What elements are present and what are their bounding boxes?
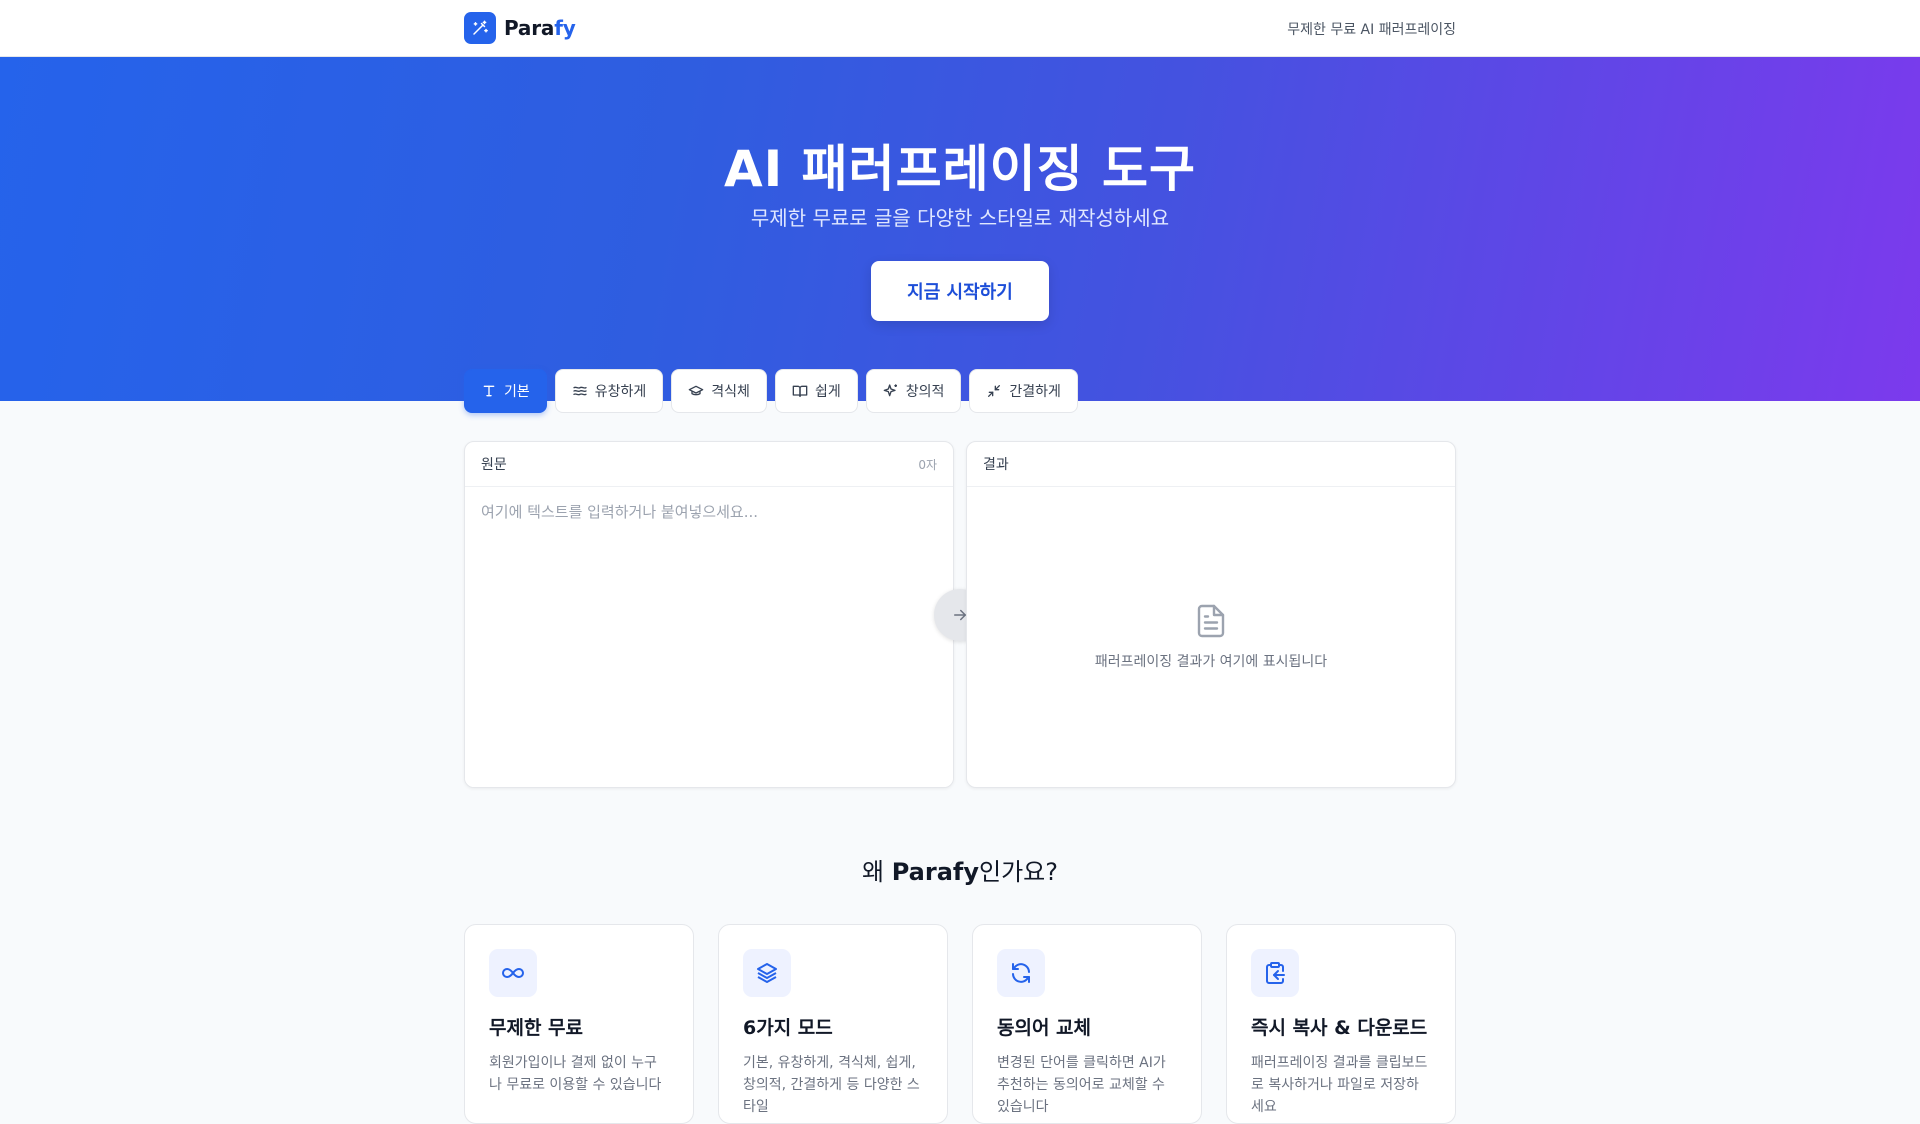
refresh-icon xyxy=(997,949,1045,997)
minimize-icon xyxy=(988,385,1001,397)
tab-simple[interactable]: 쉽게 xyxy=(774,369,858,413)
feature-description: 기본, 유창하게, 격식체, 쉽게, 창의적, 간결하게 등 다양한 스타일 xyxy=(743,1055,920,1115)
tab-concise[interactable]: 간결하게 xyxy=(969,369,1078,413)
tab-fluent-label: 유창하게 xyxy=(594,384,647,400)
char-count: 0자 xyxy=(918,457,937,472)
source-text-input[interactable] xyxy=(465,487,953,787)
features-heading-prefix: 왜 xyxy=(862,858,892,886)
feature-title: 6가지 모드 xyxy=(743,1017,833,1039)
header-tagline: 무제한 무료 AI 패러프레이징 xyxy=(1287,22,1456,38)
layers-icon xyxy=(743,949,791,997)
type-icon xyxy=(483,385,495,397)
feature-card-synonym-swap: 동의어 교체 변경된 단어를 클릭하면 AI가 추천하는 동의어로 교체할 수 … xyxy=(972,924,1202,1124)
result-panel: 결과 패러프레이징 결과가 여기에 표시됩니다 xyxy=(966,441,1456,788)
feature-title: 무제한 무료 xyxy=(489,1017,584,1039)
book-open-icon xyxy=(792,385,808,397)
document-icon xyxy=(1197,604,1225,638)
tab-formal[interactable]: 격식체 xyxy=(671,369,767,413)
tab-formal-label: 격식체 xyxy=(711,384,750,400)
tab-simple-label: 쉽게 xyxy=(814,384,841,400)
features-heading-suffix: 인가요? xyxy=(979,858,1058,886)
brand-name-accent: fy xyxy=(554,16,576,40)
tab-basic-label: 기본 xyxy=(504,384,530,400)
hero-section: AI 패러프레이징 도구 무제한 무료로 글을 다양한 스타일로 재작성하세요 … xyxy=(0,57,1920,401)
tab-creative-label: 창의적 xyxy=(905,384,945,400)
source-panel-title: 원문 xyxy=(481,457,507,473)
brand-logo[interactable]: Parafy xyxy=(464,12,576,44)
result-panel-title: 결과 xyxy=(983,457,1009,473)
magic-wand-icon xyxy=(464,12,496,44)
result-empty-state: 패러프레이징 결과가 여기에 표시됩니다 xyxy=(967,487,1455,787)
mode-tabs: 기본 유창하게 격식체 쉽게 창의적 간결하게 xyxy=(464,369,1078,413)
start-now-button[interactable]: 지금 시작하기 xyxy=(871,261,1049,321)
brand-name: Parafy xyxy=(504,16,576,40)
graduation-cap-icon xyxy=(688,385,704,396)
tab-creative[interactable]: 창의적 xyxy=(865,369,962,413)
tab-concise-label: 간결하게 xyxy=(1009,384,1061,400)
top-header: Parafy 무제한 무료 AI 패러프레이징 xyxy=(0,0,1920,57)
feature-card-six-modes: 6가지 모드 기본, 유창하게, 격식체, 쉽게, 창의적, 간결하게 등 다양… xyxy=(718,924,948,1124)
result-empty-text: 패러프레이징 결과가 여기에 표시됩니다 xyxy=(1094,654,1328,670)
source-panel-header: 원문 0자 xyxy=(465,442,953,487)
source-panel: 원문 0자 xyxy=(464,441,954,788)
feature-title: 동의어 교체 xyxy=(997,1017,1092,1039)
feature-description: 변경된 단어를 클릭하면 AI가 추천하는 동의어로 교체할 수 있습니다 xyxy=(997,1055,1166,1115)
tab-basic[interactable]: 기본 xyxy=(464,369,547,413)
tab-fluent[interactable]: 유창하게 xyxy=(554,369,664,413)
features-heading: 왜 Parafy인가요? xyxy=(0,852,1920,887)
sparkles-icon xyxy=(883,384,897,397)
features-heading-brand: Parafy xyxy=(891,858,979,886)
clipboard-copy-icon xyxy=(1251,949,1299,997)
infinity-icon xyxy=(489,949,537,997)
feature-description: 패러프레이징 결과를 클립보드로 복사하거나 파일로 저장하세요 xyxy=(1251,1055,1428,1115)
waves-icon xyxy=(573,386,587,396)
feature-card-unlimited-free: 무제한 무료 회원가입이나 결제 없이 누구나 무료로 이용할 수 있습니다 xyxy=(464,924,694,1124)
hero-title: AI 패러프레이징 도구 xyxy=(723,140,1197,198)
brand-name-main: Para xyxy=(504,16,555,40)
hero-subtitle: 무제한 무료로 글을 다양한 스타일로 재작성하세요 xyxy=(750,206,1170,230)
feature-description: 회원가입이나 결제 없이 누구나 무료로 이용할 수 있습니다 xyxy=(489,1055,662,1093)
feature-title: 즉시 복사 & 다운로드 xyxy=(1251,1017,1428,1039)
result-panel-header: 결과 xyxy=(967,442,1455,487)
feature-card-copy-download: 즉시 복사 & 다운로드 패러프레이징 결과를 클립보드로 복사하거나 파일로 … xyxy=(1226,924,1456,1124)
